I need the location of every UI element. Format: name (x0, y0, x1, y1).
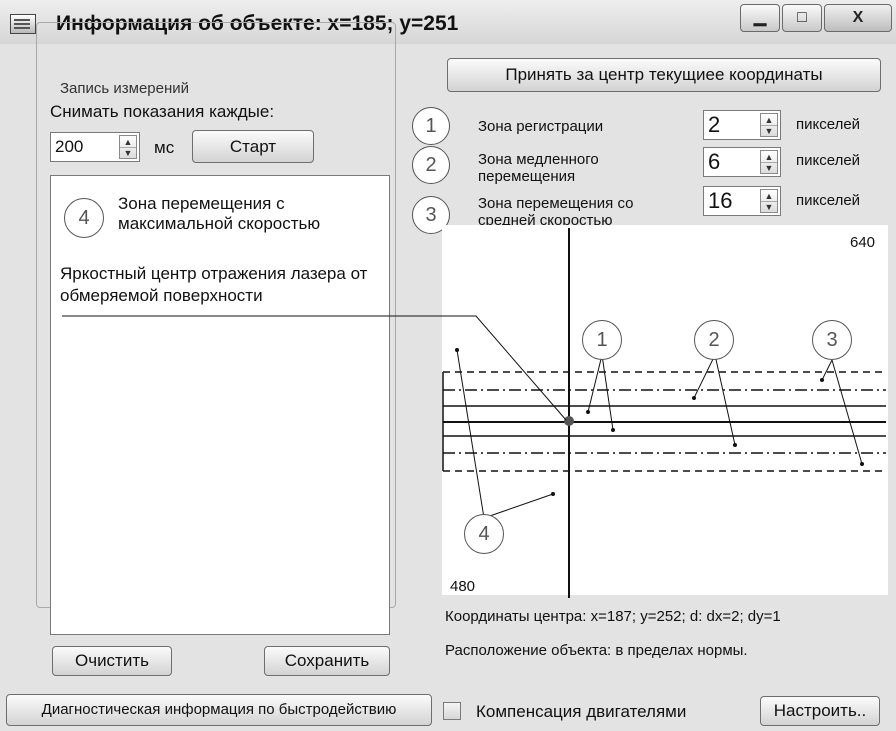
zone1-value[interactable] (708, 111, 756, 139)
laser-annotation: Яркостный центр отражения лазера от обме… (60, 264, 368, 305)
interval-label: Снимать показания каждые: (50, 102, 275, 121)
zone2-spinner[interactable]: ▲ ▼ (760, 150, 778, 174)
zone1-spinner[interactable]: ▲ ▼ (760, 113, 778, 137)
spin-down-icon[interactable]: ▼ (120, 147, 136, 158)
canvas-marker-4: 4 (464, 514, 504, 554)
spin-down-icon[interactable]: ▼ (761, 201, 777, 212)
zone3-label: Зона перемещения со средней скоростью (478, 195, 634, 229)
interval-unit: мс (154, 138, 175, 157)
zone1-label: Зона регистрации (478, 118, 604, 135)
accept-center-button[interactable]: Принять за центр текущиее координаты (447, 58, 881, 92)
start-button[interactable]: Старт (192, 130, 314, 163)
minimize-button[interactable]: ▁ (740, 4, 780, 32)
recording-group-title: Запись измерений (56, 80, 194, 97)
canvas-height-label: 480 (450, 578, 476, 595)
interval-spinner[interactable]: ▲ ▼ (119, 135, 137, 159)
zone1-input[interactable]: ▲ ▼ (703, 110, 781, 140)
zone2-label: Зона медленного перемещения (478, 151, 599, 185)
canvas-marker-3: 3 (812, 320, 852, 360)
canvas-marker-2: 2 (694, 320, 734, 360)
coordinates-status: Координаты центра: x=187; y=252; d: dx=2… (445, 608, 781, 625)
zone3-spinner[interactable]: ▲ ▼ (760, 189, 778, 213)
diagnostics-button[interactable]: Диагностическая информация по быстродейс… (6, 694, 432, 726)
zone3-unit: пикселей (796, 192, 861, 209)
zone3-value[interactable] (708, 187, 756, 215)
zone4-marker: 4 (64, 198, 104, 238)
zone3-input[interactable]: ▲ ▼ (703, 186, 781, 216)
zone2-input[interactable]: ▲ ▼ (703, 147, 781, 177)
spin-down-icon[interactable]: ▼ (761, 162, 777, 173)
zone2-marker: 2 (412, 146, 450, 184)
zone1-unit: пикселей (796, 116, 861, 133)
interval-value[interactable] (55, 133, 115, 161)
motor-compensation-checkbox[interactable] (443, 702, 461, 720)
zone1-marker: 1 (412, 107, 450, 145)
canvas-marker-1: 1 (582, 320, 622, 360)
app-icon[interactable] (10, 14, 36, 34)
spin-down-icon[interactable]: ▼ (761, 125, 777, 136)
close-button[interactable]: X (824, 4, 892, 32)
interval-input[interactable]: ▲ ▼ (50, 132, 140, 162)
location-status: Расположение объекта: в пределах нормы. (445, 642, 748, 659)
clear-button[interactable]: Очистить (52, 646, 172, 676)
zone4-annotation: Зона перемещения с максимальной скорость… (118, 194, 321, 233)
configure-button[interactable]: Настроить.. (760, 696, 880, 726)
maximize-button[interactable]: □ (782, 4, 822, 32)
save-button[interactable]: Сохранить (264, 646, 390, 676)
canvas-width-label: 640 (850, 234, 876, 251)
zone2-value[interactable] (708, 148, 756, 176)
motor-compensation-label[interactable]: Компенсация двигателями (476, 702, 686, 722)
zone2-unit: пикселей (796, 152, 861, 169)
log-listbox[interactable] (50, 175, 390, 635)
camera-view[interactable] (442, 225, 888, 595)
